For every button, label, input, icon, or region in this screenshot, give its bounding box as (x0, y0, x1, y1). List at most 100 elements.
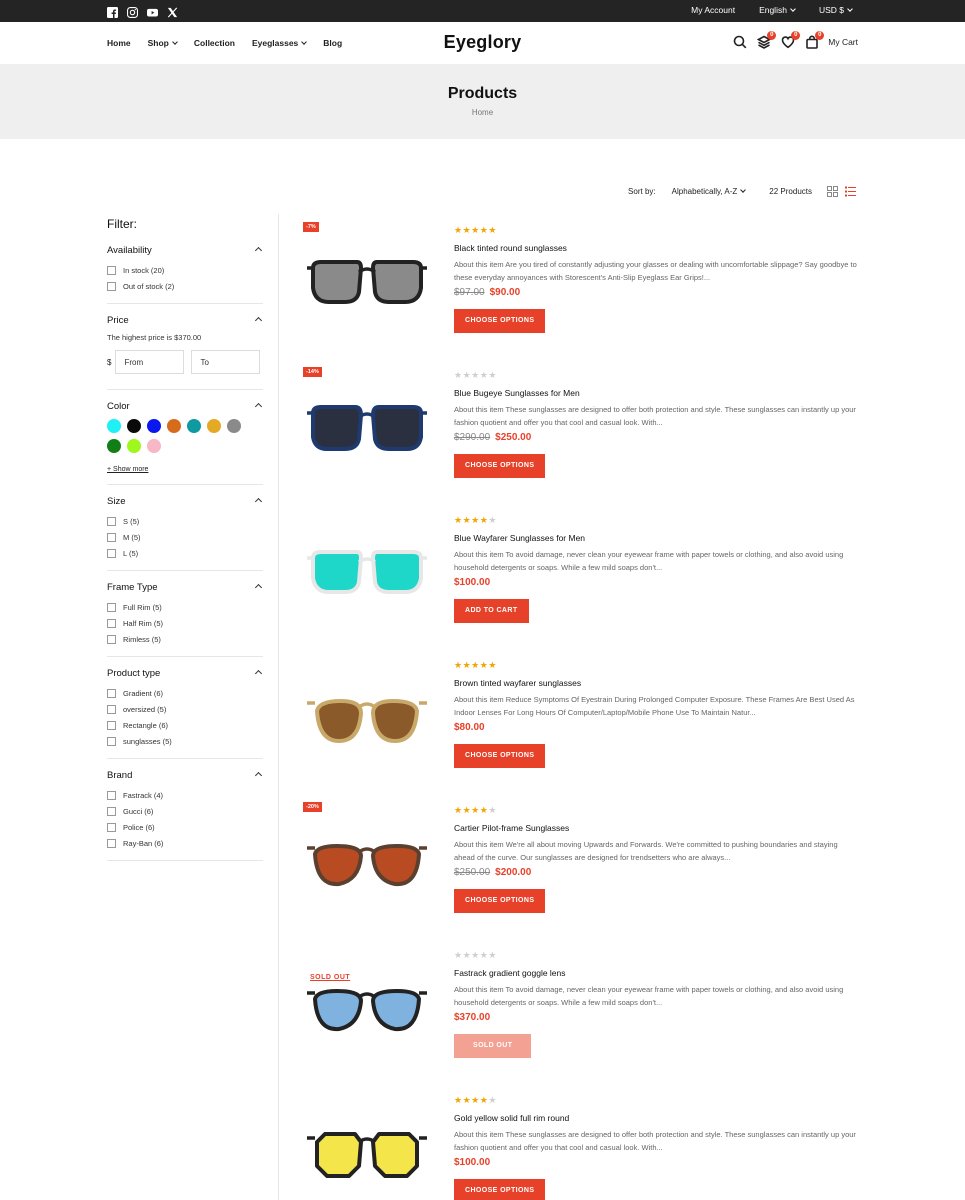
sunglasses-image[interactable] (303, 529, 431, 619)
filter-option[interactable]: M (5) (107, 529, 263, 545)
choose-options-button[interactable]: CHOOSE OPTIONS (454, 454, 546, 478)
filter-option[interactable]: Gradient (6) (107, 685, 263, 701)
filter-option[interactable]: L (5) (107, 545, 263, 561)
facebook-icon[interactable] (107, 5, 118, 18)
filter-option[interactable]: Ray-Ban (6) (107, 835, 263, 851)
checkbox[interactable] (107, 688, 116, 698)
filter-option[interactable]: Full Rim (5) (107, 599, 263, 615)
filter-option[interactable]: Half Rim (5) (107, 615, 263, 631)
filter-price-header[interactable]: Price (107, 315, 263, 329)
choose-options-button[interactable]: CHOOSE OPTIONS (454, 744, 546, 768)
filter-option[interactable]: In stock (20) (107, 262, 263, 278)
checkbox[interactable] (107, 281, 116, 291)
sunglasses-image[interactable] (303, 239, 431, 329)
filter-frame-type-header[interactable]: Frame Type (107, 582, 263, 596)
choose-options-button[interactable]: CHOOSE OPTIONS (454, 889, 546, 913)
product-image[interactable] (303, 964, 431, 1054)
color-swatch[interactable] (207, 419, 221, 433)
choose-options-button[interactable]: CHOOSE OPTIONS (454, 1179, 546, 1200)
instagram-icon[interactable] (127, 5, 139, 19)
product-image[interactable] (303, 674, 431, 764)
cart-button[interactable]: 0 (805, 31, 825, 49)
add-to-cart-button[interactable]: ADD TO CART (454, 599, 529, 623)
filter-option[interactable]: sunglasses (5) (107, 733, 263, 749)
product-badge: -20% (303, 802, 322, 812)
filter-option[interactable]: oversized (5) (107, 701, 263, 717)
color-swatch[interactable] (167, 419, 181, 433)
color-swatch[interactable] (107, 419, 121, 433)
product-title[interactable]: Blue Bugeye Sunglasses for Men (454, 388, 858, 398)
show-more-colors-link[interactable]: + Show more (107, 466, 263, 473)
product-image[interactable] (303, 1109, 431, 1199)
filter-brand-header[interactable]: Brand (107, 770, 263, 784)
color-swatch[interactable] (147, 419, 161, 433)
x-icon[interactable] (167, 5, 178, 18)
checkbox[interactable] (107, 634, 116, 644)
star-icon: ★ (488, 1095, 497, 1105)
checkbox[interactable] (107, 265, 116, 275)
product-image[interactable] (303, 239, 431, 329)
checkbox[interactable] (107, 790, 116, 800)
product-image[interactable] (303, 529, 431, 619)
checkbox[interactable] (107, 720, 116, 730)
checkbox[interactable] (107, 822, 116, 832)
currency-selector[interactable]: USD $ (819, 5, 853, 15)
filter-option[interactable]: Police (6) (107, 819, 263, 835)
color-swatch[interactable] (107, 439, 121, 453)
language-selector[interactable]: English (759, 5, 796, 15)
sunglasses-image[interactable] (303, 964, 431, 1054)
grid-view-icon[interactable] (827, 186, 838, 197)
my-account-link[interactable]: My Account (691, 5, 735, 15)
checkbox[interactable] (107, 516, 116, 526)
compare-button[interactable]: 0 (757, 31, 777, 49)
filter-product-type-header[interactable]: Product type (107, 668, 263, 682)
color-swatch[interactable] (187, 419, 201, 433)
color-swatch[interactable] (227, 419, 241, 433)
filter-option[interactable]: Rectangle (6) (107, 717, 263, 733)
youtube-icon[interactable] (147, 5, 158, 17)
filter-availability-header[interactable]: Availability (107, 245, 263, 259)
product-title[interactable]: Black tinted round sunglasses (454, 243, 858, 253)
checkbox[interactable] (107, 704, 116, 714)
filter-option[interactable]: S (5) (107, 513, 263, 529)
product-title[interactable]: Brown tinted wayfarer sunglasses (454, 678, 858, 688)
price-from-input[interactable]: From (115, 350, 185, 374)
color-swatch[interactable] (147, 439, 161, 453)
choose-options-button[interactable]: CHOOSE OPTIONS (454, 309, 546, 333)
product-title[interactable]: Fastrack gradient goggle lens (454, 968, 858, 978)
star-icon: ★ (488, 370, 497, 380)
breadcrumb[interactable]: Home (0, 108, 965, 117)
filter-option[interactable]: Rimless (5) (107, 631, 263, 647)
product-image[interactable] (303, 384, 431, 474)
filter-option[interactable]: Gucci (6) (107, 803, 263, 819)
checkbox[interactable] (107, 532, 116, 542)
sort-select[interactable]: Alphabetically, A-Z (672, 187, 747, 196)
checkbox[interactable] (107, 548, 116, 558)
filter-option[interactable]: Out of stock (2) (107, 278, 263, 294)
list-view-icon[interactable] (845, 186, 856, 197)
color-swatch[interactable] (127, 419, 141, 433)
price-to-input[interactable]: To (191, 350, 261, 374)
checkbox[interactable] (107, 806, 116, 816)
sunglasses-image[interactable] (303, 384, 431, 474)
product-title[interactable]: Cartier Pilot-frame Sunglasses (454, 823, 858, 833)
checkbox[interactable] (107, 838, 116, 848)
filter-size-header[interactable]: Size (107, 496, 263, 510)
filter-option[interactable]: Fastrack (4) (107, 787, 263, 803)
sunglasses-image[interactable] (303, 819, 431, 909)
filter-color-header[interactable]: Color (107, 401, 263, 415)
sold-out-button[interactable]: SOLD OUT (454, 1034, 532, 1058)
sunglasses-image[interactable] (303, 674, 431, 764)
sunglasses-image[interactable] (303, 1109, 431, 1199)
product-image[interactable] (303, 819, 431, 909)
checkbox[interactable] (107, 618, 116, 628)
my-cart-link[interactable]: My Cart (828, 37, 858, 47)
color-swatch[interactable] (127, 439, 141, 453)
checkbox[interactable] (107, 736, 116, 746)
star-icon: ★ (462, 370, 472, 380)
wishlist-button[interactable]: 0 (781, 31, 801, 49)
product-title[interactable]: Gold yellow solid full rim round (454, 1113, 858, 1123)
search-icon[interactable] (733, 35, 747, 49)
product-title[interactable]: Blue Wayfarer Sunglasses for Men (454, 533, 858, 543)
checkbox[interactable] (107, 602, 116, 612)
